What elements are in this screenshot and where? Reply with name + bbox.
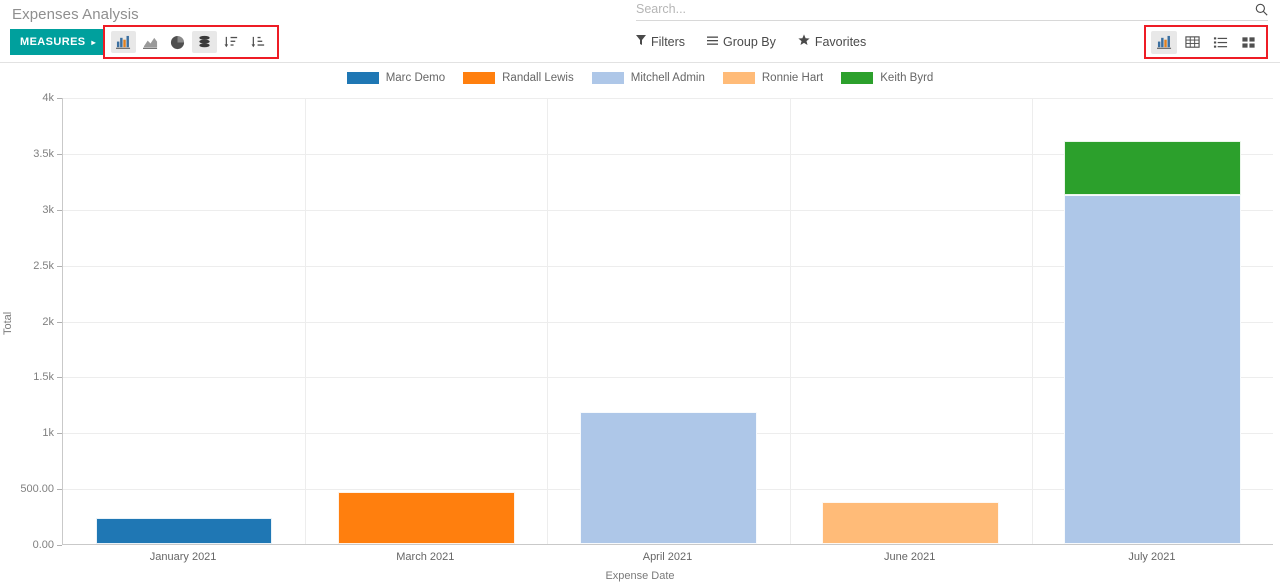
- y-axis-tick-mark: [57, 433, 62, 434]
- top-bar: Expenses Analysis: [0, 0, 1280, 28]
- y-axis-tick-label: 3k: [42, 204, 54, 216]
- bar[interactable]: [822, 502, 999, 544]
- legend-swatch: [463, 72, 495, 84]
- y-axis-tick-label: 1k: [42, 427, 54, 439]
- legend-item[interactable]: Randall Lewis: [463, 72, 574, 84]
- y-axis-tick-mark: [57, 545, 62, 546]
- pivot-view-icon[interactable]: [1179, 31, 1205, 54]
- bar-segment[interactable]: [822, 502, 999, 544]
- legend-label: Marc Demo: [386, 72, 445, 84]
- x-axis-tick-label: July 2021: [1128, 551, 1175, 563]
- chart-legend: Marc Demo Randall Lewis Mitchell Admin Ronn…: [0, 63, 1280, 87]
- legend-label: Mitchell Admin: [631, 72, 705, 84]
- gridline-vertical: [547, 98, 548, 544]
- bar-segment[interactable]: [338, 492, 515, 544]
- gridline-vertical: [305, 98, 306, 544]
- y-axis-tick-mark: [57, 210, 62, 211]
- y-axis-tick-mark: [57, 489, 62, 490]
- legend-item[interactable]: Marc Demo: [347, 72, 445, 84]
- bar[interactable]: [96, 518, 273, 544]
- bar-chart-icon[interactable]: [111, 31, 136, 53]
- search-bar[interactable]: [636, 2, 1268, 21]
- legend-label: Ronnie Hart: [762, 72, 823, 84]
- sort-ascending-icon[interactable]: [219, 31, 244, 53]
- legend-swatch: [841, 72, 873, 84]
- page-title: Expenses Analysis: [0, 6, 139, 23]
- y-axis-tick-mark: [57, 377, 62, 378]
- legend-item[interactable]: Keith Byrd: [841, 72, 933, 84]
- stacked-icon[interactable]: [192, 31, 217, 53]
- y-axis-tick-label: 3.5k: [33, 148, 54, 160]
- search-input[interactable]: [636, 2, 1255, 16]
- y-axis-title: Total: [2, 312, 14, 335]
- plot-region: [62, 98, 1273, 545]
- bar-segment[interactable]: [1064, 195, 1241, 544]
- bar[interactable]: [580, 412, 757, 544]
- star-icon: [798, 34, 810, 49]
- line-chart-icon[interactable]: [138, 31, 163, 53]
- kanban-view-icon[interactable]: [1235, 31, 1261, 54]
- funnel-icon: [636, 35, 646, 49]
- filters-button[interactable]: Filters: [636, 35, 685, 49]
- bar[interactable]: [338, 492, 515, 544]
- chevron-right-icon: ▸: [92, 38, 96, 47]
- y-axis-tick-mark: [57, 266, 62, 267]
- y-axis-tick-mark: [57, 322, 62, 323]
- y-axis-tick-mark: [57, 154, 62, 155]
- favorites-label: Favorites: [815, 35, 866, 49]
- control-bar: MEASURES ▸: [0, 28, 1280, 63]
- y-axis-tick-label: 2.5k: [33, 260, 54, 272]
- filter-group: Filters Group By Favorites: [636, 34, 866, 49]
- gridline-vertical: [790, 98, 791, 544]
- y-axis-tick-label: 1.5k: [33, 371, 54, 383]
- y-axis-tick-label: 4k: [42, 92, 54, 104]
- graph-view-icon[interactable]: [1151, 31, 1177, 54]
- legend-swatch: [592, 72, 624, 84]
- x-axis-tick-label: April 2021: [643, 551, 693, 563]
- filters-label: Filters: [651, 35, 685, 49]
- legend-label: Randall Lewis: [502, 72, 574, 84]
- measures-button[interactable]: MEASURES ▸: [10, 29, 106, 55]
- x-axis-title: Expense Date: [0, 570, 1280, 582]
- y-axis-tick-label: 2k: [42, 316, 54, 328]
- view-switcher: [1144, 25, 1268, 59]
- y-axis-tick-label: 500.00: [20, 483, 54, 495]
- bar-segment[interactable]: [1064, 141, 1241, 195]
- y-axis-tick-mark: [57, 98, 62, 99]
- gridline-horizontal: [63, 98, 1273, 99]
- bar-segment[interactable]: [580, 412, 757, 544]
- legend-label: Keith Byrd: [880, 72, 933, 84]
- chart-tools-group: [103, 25, 279, 59]
- pie-chart-icon[interactable]: [165, 31, 190, 53]
- x-axis-tick-label: March 2021: [396, 551, 454, 563]
- search-icon[interactable]: [1255, 3, 1268, 16]
- x-axis-tick-label: January 2021: [150, 551, 217, 563]
- bar[interactable]: [1064, 141, 1241, 544]
- legend-item[interactable]: Mitchell Admin: [592, 72, 705, 84]
- legend-item[interactable]: Ronnie Hart: [723, 72, 823, 84]
- list-view-icon[interactable]: [1207, 31, 1233, 54]
- group-by-button[interactable]: Group By: [707, 35, 776, 49]
- y-axis-tick-label: 0.00: [33, 539, 54, 551]
- x-axis-tick-label: June 2021: [884, 551, 935, 563]
- favorites-button[interactable]: Favorites: [798, 34, 866, 49]
- measures-label: MEASURES: [20, 36, 86, 48]
- gridline-vertical: [1032, 98, 1033, 544]
- group-by-label: Group By: [723, 35, 776, 49]
- bar-segment[interactable]: [96, 518, 273, 544]
- hamburger-icon: [707, 35, 718, 49]
- legend-swatch: [723, 72, 755, 84]
- chart-area: 0.00 500.00 1k 1.5k 2k 2.5k 3k 3.5k 4k January 20…: [0, 87, 1280, 574]
- sort-descending-icon[interactable]: [246, 31, 271, 53]
- legend-swatch: [347, 72, 379, 84]
